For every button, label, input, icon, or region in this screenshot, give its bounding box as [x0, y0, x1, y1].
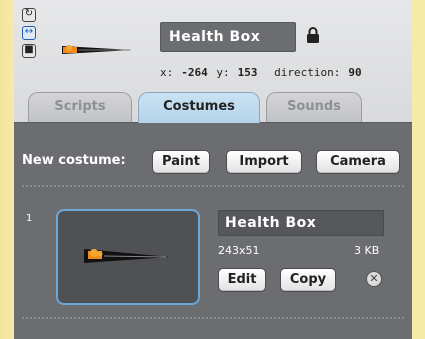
- camera-button[interactable]: Camera: [316, 150, 400, 174]
- dont-rotate-icon[interactable]: ■: [22, 44, 36, 58]
- divider: [22, 185, 404, 187]
- scratch-sprite-editor: ↻ ↔ ■ Health Box x: -264 y: 153 direction:…: [0, 0, 425, 339]
- right-frame: [412, 0, 425, 339]
- edit-costume-button[interactable]: Edit: [218, 268, 266, 292]
- copy-costume-button[interactable]: Copy: [280, 268, 336, 292]
- divider: [22, 317, 404, 319]
- rotate-icon[interactable]: ↻: [22, 8, 36, 22]
- flip-left-right-icon[interactable]: ↔: [22, 26, 36, 40]
- costume-dimensions: 243x51: [218, 244, 260, 257]
- direction-value: 90: [348, 66, 362, 79]
- editor-tabs: Scripts Costumes Sounds: [14, 92, 412, 123]
- costume-number: 1: [26, 213, 33, 224]
- costumes-panel: New costume: Paint Import Camera 1 Healt…: [14, 122, 412, 339]
- delete-icon[interactable]: ✕: [366, 271, 382, 287]
- x-label: x:: [160, 66, 174, 79]
- sprite-header: ↻ ↔ ■ Health Box x: -264 y: 153 direction:…: [14, 0, 412, 123]
- sprite-thumbnail: [62, 45, 132, 54]
- import-button[interactable]: Import: [226, 150, 302, 174]
- health-bar-image: [84, 249, 170, 263]
- y-value: 153: [237, 66, 258, 79]
- y-label: y:: [216, 66, 230, 79]
- lock-icon[interactable]: [306, 26, 320, 44]
- sprite-name-field[interactable]: Health Box: [160, 22, 296, 52]
- tab-scripts[interactable]: Scripts: [28, 92, 132, 122]
- sprite-coordinates: x: -264 y: 153 direction: 90: [160, 66, 362, 79]
- x-value: -264: [181, 66, 208, 79]
- costume-thumbnail[interactable]: [56, 209, 200, 305]
- paint-button[interactable]: Paint: [152, 150, 210, 174]
- costume-name-field[interactable]: Health Box: [218, 210, 384, 236]
- costume-filesize: 3 KB: [354, 244, 380, 257]
- direction-label: direction:: [274, 66, 341, 79]
- tab-sounds[interactable]: Sounds: [266, 92, 362, 122]
- left-frame: [0, 0, 14, 339]
- new-costume-label: New costume:: [22, 153, 126, 168]
- tab-costumes[interactable]: Costumes: [138, 92, 260, 123]
